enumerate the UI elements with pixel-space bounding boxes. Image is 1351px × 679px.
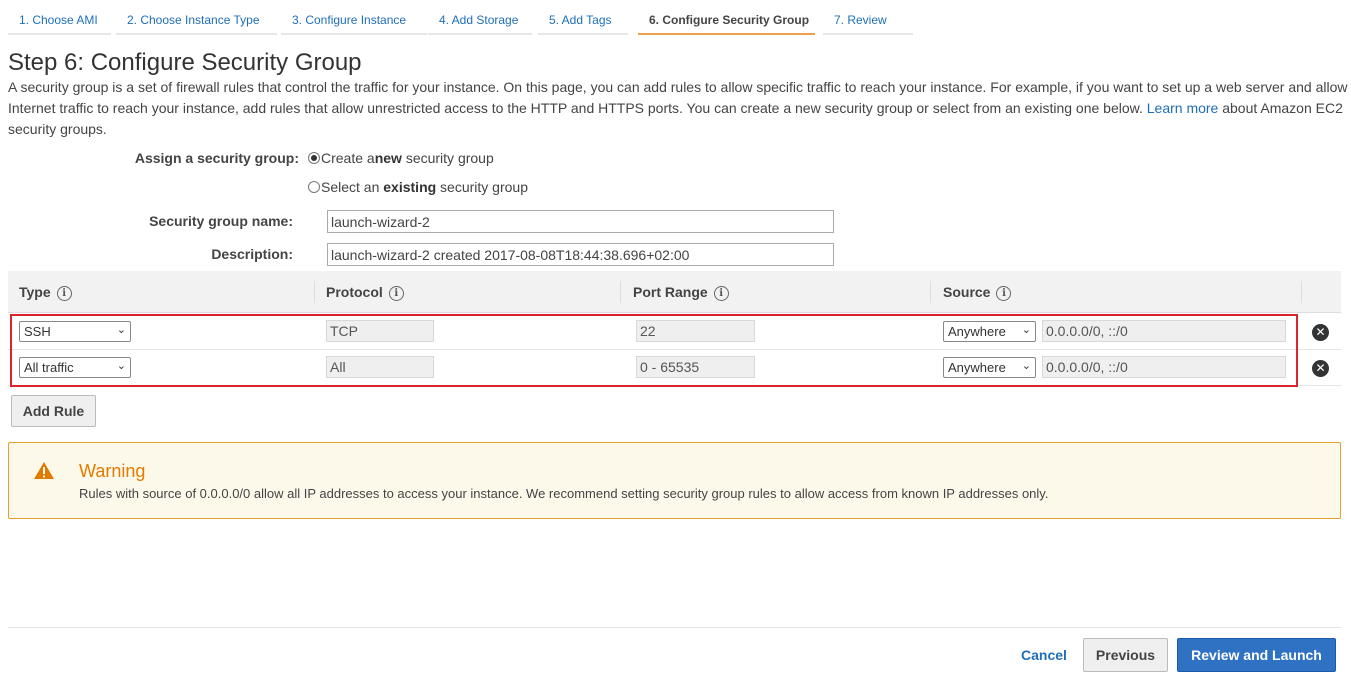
radio-button-existing[interactable] xyxy=(308,181,320,193)
learn-more-link[interactable]: Learn more xyxy=(1147,100,1219,116)
remove-rule-icon[interactable]: ✕ xyxy=(1312,324,1329,341)
review-and-launch-button[interactable]: Review and Launch xyxy=(1177,638,1336,672)
radio-existing-label-pre: Select an xyxy=(321,179,384,195)
description-input[interactable] xyxy=(327,243,834,266)
radio-new-label-pre: Create a xyxy=(321,150,375,166)
warning-icon xyxy=(34,462,54,479)
header-divider xyxy=(620,281,621,303)
header-type: Type i xyxy=(8,271,72,313)
group-name-input[interactable] xyxy=(327,210,834,233)
add-rule-button[interactable]: Add Rule xyxy=(11,395,96,427)
tab-add-storage[interactable]: 4. Add Storage xyxy=(428,7,532,35)
radio-existing-label-bold: existing xyxy=(383,179,437,195)
radio-new-label-post: security group xyxy=(401,150,494,166)
highlight-box xyxy=(10,314,1298,387)
tab-choose-instance-type[interactable]: 2. Choose Instance Type xyxy=(116,7,277,35)
header-protocol: Protocol i xyxy=(315,271,404,313)
rules-table-header: Type i Protocol i Port Range i Source i xyxy=(8,271,1341,313)
tab-configure-instance[interactable]: 3. Configure Instance xyxy=(281,7,427,35)
warning-text: Rules with source of 0.0.0.0/0 allow all… xyxy=(79,486,1049,501)
tab-add-tags[interactable]: 5. Add Tags xyxy=(538,7,628,35)
header-divider xyxy=(930,281,931,303)
page-title: Step 6: Configure Security Group xyxy=(8,49,362,76)
info-icon[interactable]: i xyxy=(713,286,729,301)
intro-text: A security group is a set of firewall ru… xyxy=(8,77,1348,140)
footer-divider xyxy=(8,627,1341,628)
header-port-range: Port Range i xyxy=(622,271,729,313)
header-divider xyxy=(1301,281,1302,303)
radio-select-existing[interactable]: Select an existing security group xyxy=(308,179,528,195)
info-icon[interactable]: i xyxy=(996,286,1012,301)
assign-group-label: Assign a security group: xyxy=(134,150,299,166)
tab-review[interactable]: 7. Review xyxy=(823,7,913,35)
description-label: Description: xyxy=(211,246,293,262)
tab-choose-ami[interactable]: 1. Choose AMI xyxy=(8,7,111,35)
radio-existing-label-post: security group xyxy=(436,179,528,195)
previous-button[interactable]: Previous xyxy=(1083,638,1168,672)
warning-title: Warning xyxy=(79,461,146,481)
cancel-link[interactable]: Cancel xyxy=(1021,647,1067,663)
info-icon[interactable]: i xyxy=(56,286,72,301)
radio-button-new[interactable] xyxy=(308,152,320,164)
radio-new-label-bold: new xyxy=(374,150,402,166)
header-source: Source i xyxy=(932,271,1012,313)
remove-rule-icon[interactable]: ✕ xyxy=(1312,360,1329,377)
group-name-label: Security group name: xyxy=(149,213,293,229)
info-icon[interactable]: i xyxy=(388,286,404,301)
tab-configure-security-group[interactable]: 6. Configure Security Group xyxy=(638,7,815,35)
warning-box: Warning Rules with source of 0.0.0.0/0 a… xyxy=(8,442,1341,519)
radio-create-new[interactable]: Create a new security group xyxy=(308,150,494,166)
